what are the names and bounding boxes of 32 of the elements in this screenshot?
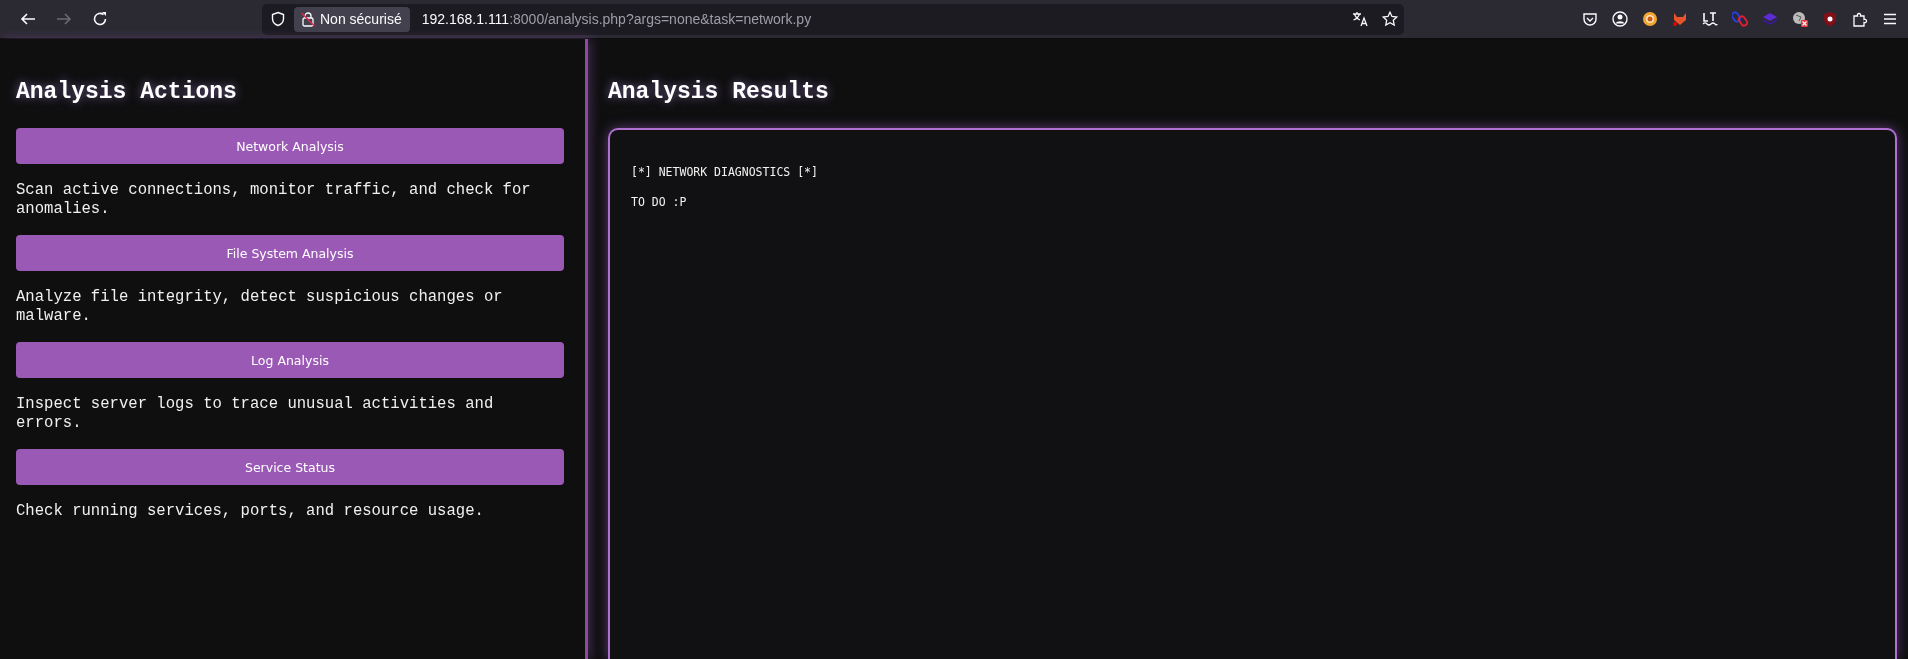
account-icon[interactable] xyxy=(1612,11,1628,27)
action-button[interactable]: Network Analysis xyxy=(16,128,564,164)
fox-head-icon[interactable] xyxy=(1672,11,1688,27)
output-line: [*] NETWORK DIAGNOSTICS [*] xyxy=(631,165,819,179)
star-icon[interactable] xyxy=(1382,11,1398,27)
pocket-icon[interactable] xyxy=(1582,11,1598,27)
action-button[interactable]: File System Analysis xyxy=(16,235,564,271)
address-bar[interactable]: Non sécurisé 192.168.1.111:8000/analysis.php?args=none&task=network.py xyxy=(262,3,1404,35)
action-description: Scan active connections, monitor traffic, and check for anomalies. xyxy=(16,181,532,219)
action-description: Check running services, ports, and resource usage. xyxy=(16,502,485,521)
back-arrow-icon xyxy=(20,11,36,27)
forward-arrow-icon xyxy=(56,11,72,27)
puzzle-piece-icon[interactable] xyxy=(1852,11,1868,27)
url-text[interactable]: 192.168.1.111:8000/analysis.php?args=none&task=network.py xyxy=(421,11,812,27)
shield-badge-icon[interactable] xyxy=(1822,11,1838,27)
action-description: Analyze file integrity, detect suspicious changes or malware. xyxy=(16,288,504,326)
output-line: TO DO :P xyxy=(631,195,688,209)
lt-wave-icon[interactable] xyxy=(1702,11,1718,27)
menu-icon[interactable] xyxy=(1882,11,1898,27)
security-indicator[interactable]: Non sécurisé xyxy=(294,6,410,32)
reload-icon xyxy=(92,11,108,27)
action-button[interactable]: Service Status xyxy=(16,449,564,485)
shield-icon[interactable] xyxy=(270,11,286,27)
section-title: Analysis Actions xyxy=(16,78,238,107)
translate-icon[interactable] xyxy=(1352,11,1368,27)
action-description: Inspect server logs to trace unusual activities and errors. xyxy=(16,395,495,433)
chain-links-icon[interactable] xyxy=(1732,11,1748,27)
round-badge-icon[interactable] xyxy=(1642,11,1658,27)
section-title: Analysis Results xyxy=(608,78,830,107)
globe-blocked-icon[interactable] xyxy=(1792,11,1808,27)
lock-slash-icon xyxy=(300,11,316,27)
action-button[interactable]: Log Analysis xyxy=(16,342,564,378)
